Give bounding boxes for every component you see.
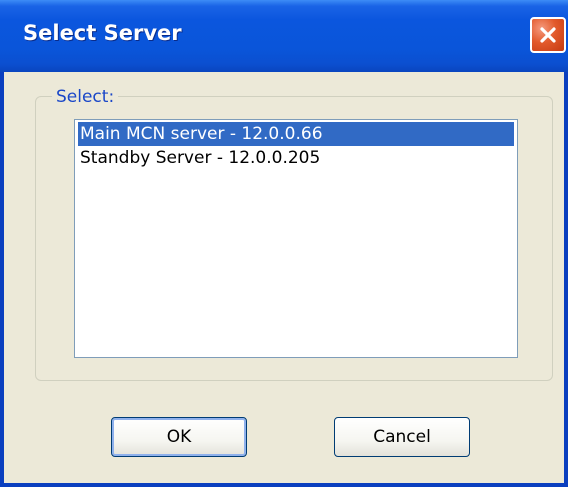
dialog-title: Select Server [23,21,182,45]
server-list-item[interactable]: Main MCN server - 12.0.0.66 [78,122,514,146]
cancel-button[interactable]: Cancel [334,417,470,457]
select-group-label: Select: [52,86,119,108]
server-listbox[interactable]: Main MCN server - 12.0.0.66 Standby Serv… [74,119,518,358]
close-button[interactable] [530,17,566,53]
title-bar[interactable]: Select Server [0,0,568,72]
close-icon [540,27,556,43]
ok-button[interactable]: OK [111,417,247,457]
server-list-item[interactable]: Standby Server - 12.0.0.205 [78,146,514,170]
